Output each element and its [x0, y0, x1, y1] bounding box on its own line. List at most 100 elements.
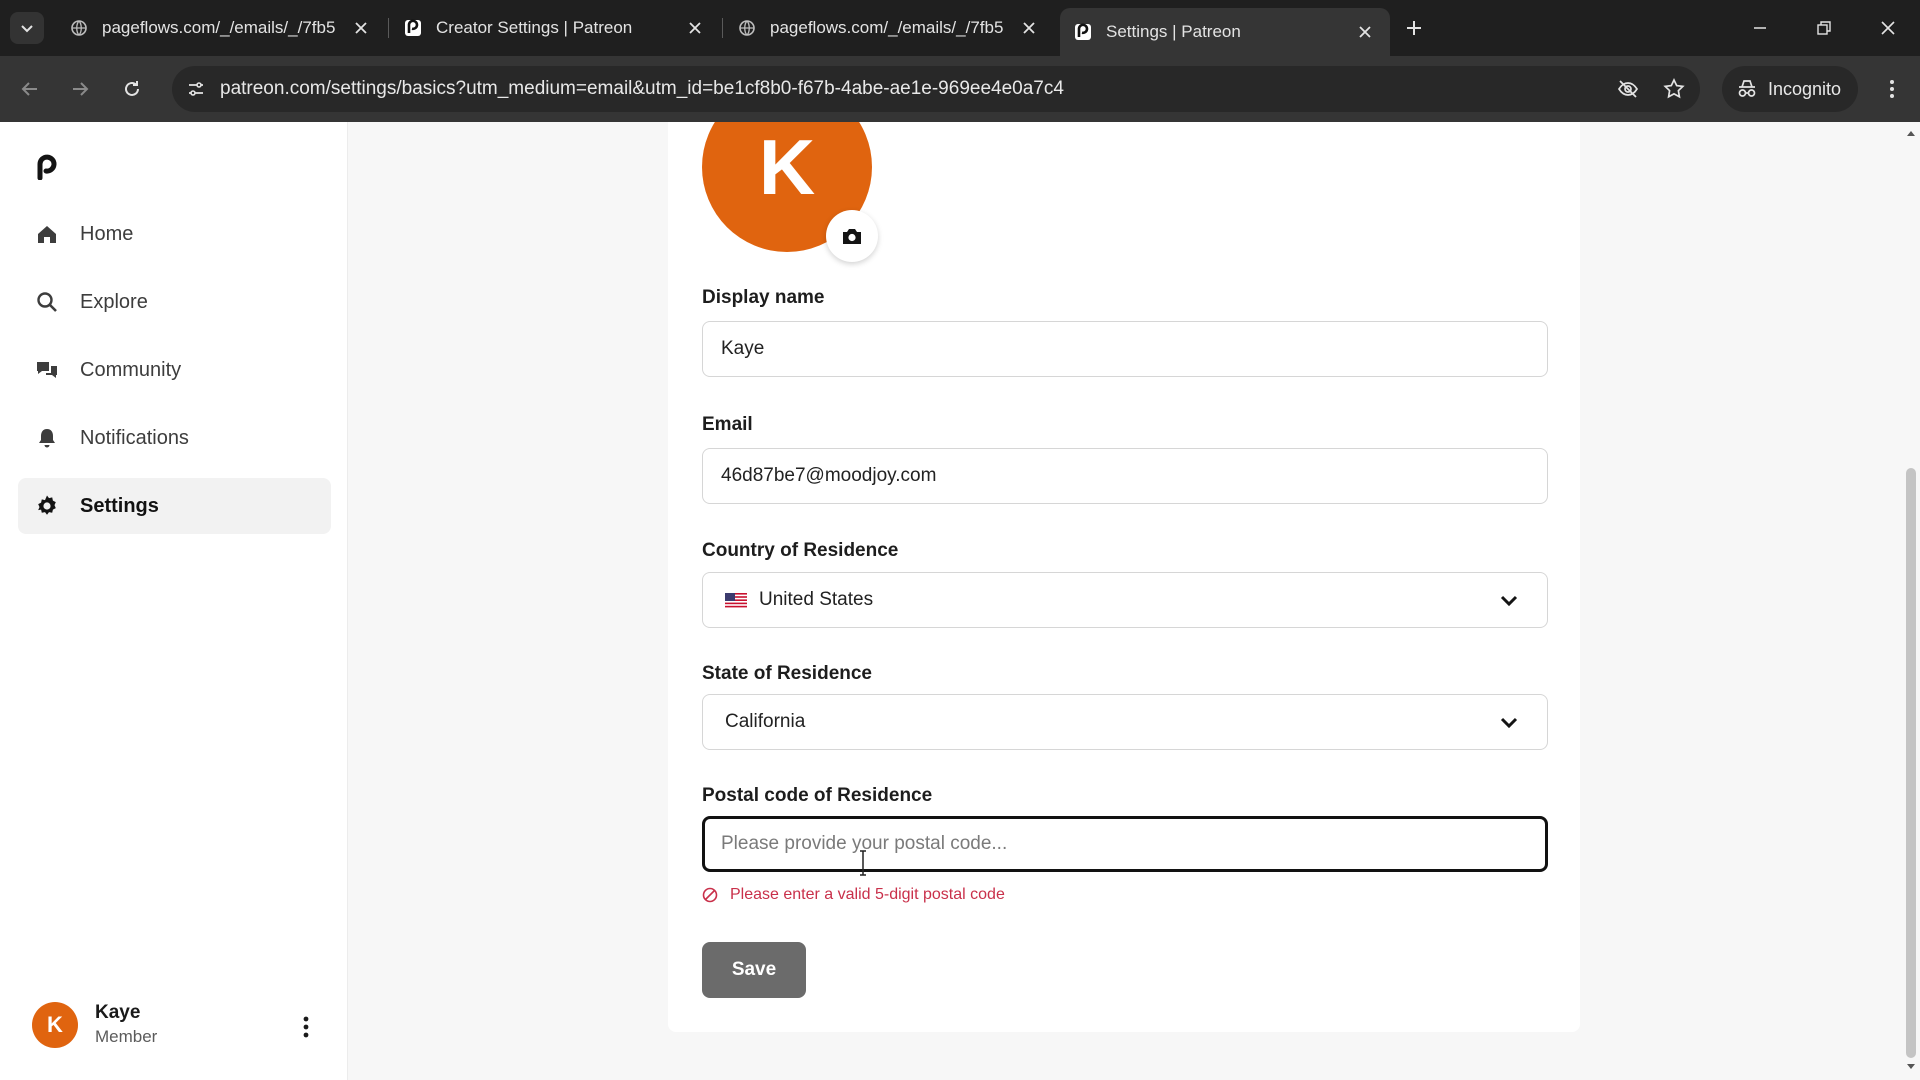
- camera-icon: [843, 229, 861, 244]
- scrollbar-thumb[interactable]: [1906, 468, 1916, 1058]
- user-profile[interactable]: K Kaye Member: [32, 1000, 322, 1056]
- scroll-up-icon[interactable]: [1906, 128, 1916, 138]
- browser-tab-2[interactable]: Creator Settings | Patreon: [390, 8, 720, 48]
- restore-icon: [1817, 21, 1831, 35]
- sidebar-item-home[interactable]: Home: [18, 206, 331, 262]
- gear-icon: [34, 493, 60, 519]
- reload-icon: [125, 81, 139, 96]
- incognito-indicator[interactable]: Incognito: [1722, 66, 1858, 112]
- patreon-logo-icon[interactable]: [34, 154, 60, 181]
- chat-bubbles-icon: [34, 357, 60, 383]
- country-value: United States: [759, 589, 874, 610]
- sidebar-item-notifications[interactable]: Notifications: [18, 410, 331, 466]
- eye-off-icon[interactable]: [1616, 77, 1640, 101]
- browser-tab-3[interactable]: pageflows.com/_/emails/_/7fb5: [724, 8, 1054, 48]
- avatar[interactable]: K: [32, 1002, 78, 1048]
- reload-button[interactable]: [116, 73, 148, 105]
- country-label: Country of Residence: [702, 540, 899, 561]
- chevron-down-icon: [1499, 591, 1519, 611]
- sidebar-item-community[interactable]: Community: [18, 342, 331, 398]
- tab-search-button[interactable]: [10, 12, 44, 44]
- state-select[interactable]: California: [702, 694, 1548, 750]
- close-window-button[interactable]: [1868, 12, 1908, 44]
- address-bar[interactable]: patreon.com/settings/basics?utm_medium=e…: [172, 66, 1700, 112]
- incognito-icon: [1736, 79, 1758, 99]
- arrow-left-icon: [21, 82, 37, 96]
- close-tab-icon[interactable]: [350, 17, 372, 39]
- site-info-icon[interactable]: [184, 77, 208, 101]
- browser-menu-button[interactable]: [1876, 73, 1908, 105]
- patreon-icon: [404, 19, 422, 37]
- postal-code-error: Please enter a valid 5-digit postal code: [702, 886, 1005, 904]
- email-label: Email: [702, 414, 753, 435]
- tab-title: pageflows.com/_/emails/_/7fb5: [102, 18, 336, 37]
- change-photo-button[interactable]: [826, 210, 878, 262]
- display-name-input[interactable]: [721, 338, 1547, 360]
- home-icon: [34, 221, 60, 247]
- text-cursor-icon: [860, 850, 866, 876]
- display-name-field[interactable]: [702, 321, 1548, 377]
- close-tab-icon[interactable]: [1018, 17, 1040, 39]
- tab-separator: [388, 18, 389, 38]
- sidebar-item-settings[interactable]: Settings: [18, 478, 331, 534]
- tab-title: Creator Settings | Patreon: [436, 18, 633, 37]
- sidebar-item-label: Settings: [80, 494, 159, 517]
- more-vertical-icon: [1890, 80, 1894, 98]
- state-value: California: [725, 711, 806, 732]
- new-tab-button[interactable]: [1400, 14, 1428, 42]
- browser-tabstrip: pageflows.com/_/emails/_/7fb5 Creator Se…: [0, 0, 1920, 56]
- country-select[interactable]: United States: [702, 572, 1548, 628]
- bell-icon: [34, 425, 60, 451]
- postal-code-label: Postal code of Residence: [702, 785, 933, 806]
- arrow-right-icon: [73, 82, 89, 96]
- minimize-icon: [1754, 27, 1766, 29]
- page-scrollbar[interactable]: [1902, 122, 1920, 1080]
- error-text: Please enter a valid 5-digit postal code: [730, 886, 1005, 903]
- chevron-down-icon: [1499, 713, 1519, 733]
- back-button[interactable]: [14, 73, 46, 105]
- error-icon: [702, 887, 718, 903]
- user-role: Member: [95, 1027, 158, 1046]
- sidebar-item-label: Home: [80, 222, 134, 245]
- tab-title: pageflows.com/_/emails/_/7fb5: [770, 18, 1004, 37]
- patreon-icon: [1074, 23, 1092, 41]
- display-name-label: Display name: [702, 287, 825, 308]
- sidebar-item-explore[interactable]: Explore: [18, 274, 331, 330]
- state-label: State of Residence: [702, 663, 872, 684]
- sidebar: Home Explore Community Notifications Set: [0, 122, 348, 1080]
- sidebar-item-label: Notifications: [80, 426, 189, 449]
- tab-separator: [722, 18, 723, 38]
- user-menu-button[interactable]: [292, 1010, 320, 1044]
- forward-button[interactable]: [64, 73, 96, 105]
- globe-icon: [70, 19, 88, 37]
- browser-toolbar: patreon.com/settings/basics?utm_medium=e…: [0, 56, 1920, 122]
- globe-icon: [738, 19, 756, 37]
- more-vertical-icon: [303, 1016, 309, 1038]
- tab-title: Settings | Patreon: [1106, 22, 1241, 41]
- browser-tab-4-active[interactable]: Settings | Patreon: [1060, 8, 1390, 56]
- browser-tab-1[interactable]: pageflows.com/_/emails/_/7fb5: [56, 8, 386, 48]
- sidebar-item-label: Explore: [80, 290, 148, 313]
- postal-code-input[interactable]: [721, 833, 1545, 855]
- bookmark-star-icon[interactable]: [1662, 77, 1686, 101]
- chevron-down-icon: [21, 25, 33, 33]
- close-tab-icon[interactable]: [684, 17, 706, 39]
- page-viewport: Home Explore Community Notifications Set: [0, 122, 1920, 1080]
- close-icon: [1881, 21, 1895, 35]
- sidebar-item-label: Community: [80, 358, 182, 381]
- plus-icon: [1407, 21, 1421, 35]
- settings-form-card: K Display name Email Country of Residenc…: [668, 122, 1580, 1032]
- postal-code-field[interactable]: [702, 816, 1548, 872]
- search-icon: [34, 289, 60, 315]
- save-button[interactable]: Save: [702, 942, 806, 998]
- us-flag-icon: [725, 592, 747, 608]
- email-field[interactable]: [702, 448, 1548, 504]
- user-name: Kaye: [95, 1002, 141, 1023]
- url-text: patreon.com/settings/basics?utm_medium=e…: [220, 78, 1064, 99]
- restore-button[interactable]: [1804, 12, 1844, 44]
- incognito-label: Incognito: [1768, 78, 1842, 99]
- minimize-button[interactable]: [1740, 12, 1780, 44]
- close-tab-icon[interactable]: [1354, 21, 1376, 43]
- email-input[interactable]: [721, 465, 1547, 487]
- scroll-down-icon[interactable]: [1906, 1062, 1916, 1072]
